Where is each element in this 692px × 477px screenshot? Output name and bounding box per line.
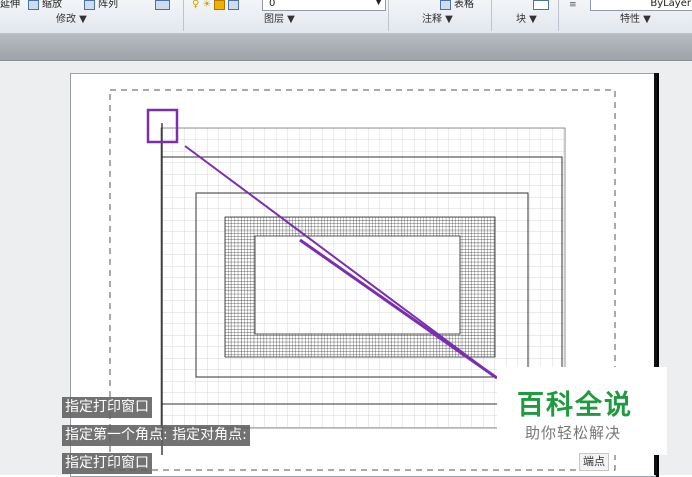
command-line-2: 指定第一个角点: 指定对角点: bbox=[62, 425, 250, 446]
command-line-3: 指定打印窗口 bbox=[62, 453, 152, 474]
endpoint-snap-tooltip: 端点 bbox=[579, 453, 609, 471]
watermark: 百科全说 助你轻松解决 bbox=[497, 367, 667, 455]
watermark-title: 百科全说 bbox=[517, 390, 633, 421]
watermark-subtitle: 助你轻松解决 bbox=[525, 424, 622, 442]
command-line-1: 指定打印窗口 bbox=[62, 397, 152, 418]
